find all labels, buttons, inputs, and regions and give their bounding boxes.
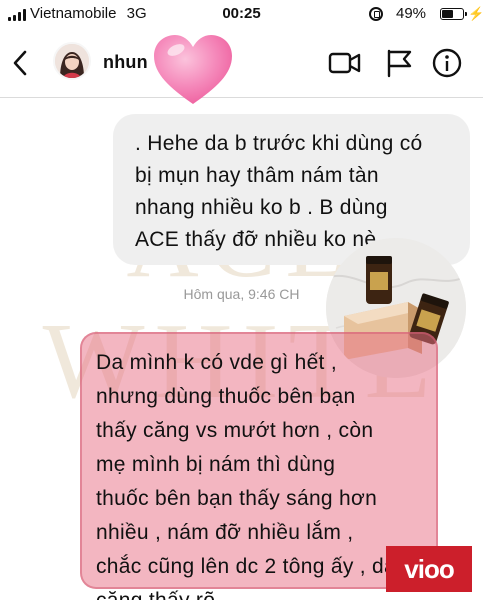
avatar[interactable] bbox=[53, 42, 91, 80]
video-call-icon[interactable] bbox=[328, 48, 362, 78]
message-line: mẹ mình bị nám thì dùng bbox=[96, 453, 336, 476]
message-line: chắc cũng lên dc 2 tông ấy , da bbox=[96, 555, 396, 578]
message-timestamp: Hôm qua, 9:46 CH bbox=[183, 286, 300, 302]
incoming-message-bubble[interactable]: Da mình k có vde gì hết , nhưng dùng thu… bbox=[80, 332, 438, 600]
info-icon[interactable] bbox=[430, 48, 464, 78]
message-line: . Hehe da b trước khi dùng có bbox=[135, 132, 423, 155]
message-line: nhang nhiều ko b . B dùng bbox=[135, 196, 388, 219]
battery-fill bbox=[442, 10, 453, 18]
message-line: nhưng dùng thuốc bên bạn bbox=[96, 385, 356, 408]
flag-icon[interactable] bbox=[384, 48, 418, 78]
back-chevron-icon[interactable] bbox=[12, 50, 28, 80]
vioo-logo: vioo bbox=[386, 546, 472, 592]
orientation-lock-icon bbox=[369, 7, 383, 21]
message-line: Da mình k có vde gì hết , bbox=[96, 351, 337, 374]
message-line: thuốc bên bạn thấy sáng hơn bbox=[96, 487, 378, 510]
chat-header: nhun bbox=[0, 30, 483, 104]
message-line: thấy căng vs mướt hơn , còn bbox=[96, 419, 374, 442]
charging-icon: ⚡ bbox=[468, 6, 483, 21]
chat-username[interactable]: nhun bbox=[103, 52, 148, 73]
battery-icon bbox=[440, 8, 467, 20]
message-line: nhiều , nám đỡ nhiều lắm , bbox=[96, 521, 354, 544]
status-bar: Vietnamobile 3G 00:25 49% ⚡ bbox=[0, 0, 483, 28]
battery-percent: 49% bbox=[396, 5, 427, 22]
message-line: bị mụn hay thâm nám tàn bbox=[135, 164, 379, 187]
message-line: căng thấy rõ bbox=[96, 584, 424, 600]
heart-sticker-icon bbox=[154, 35, 232, 104]
